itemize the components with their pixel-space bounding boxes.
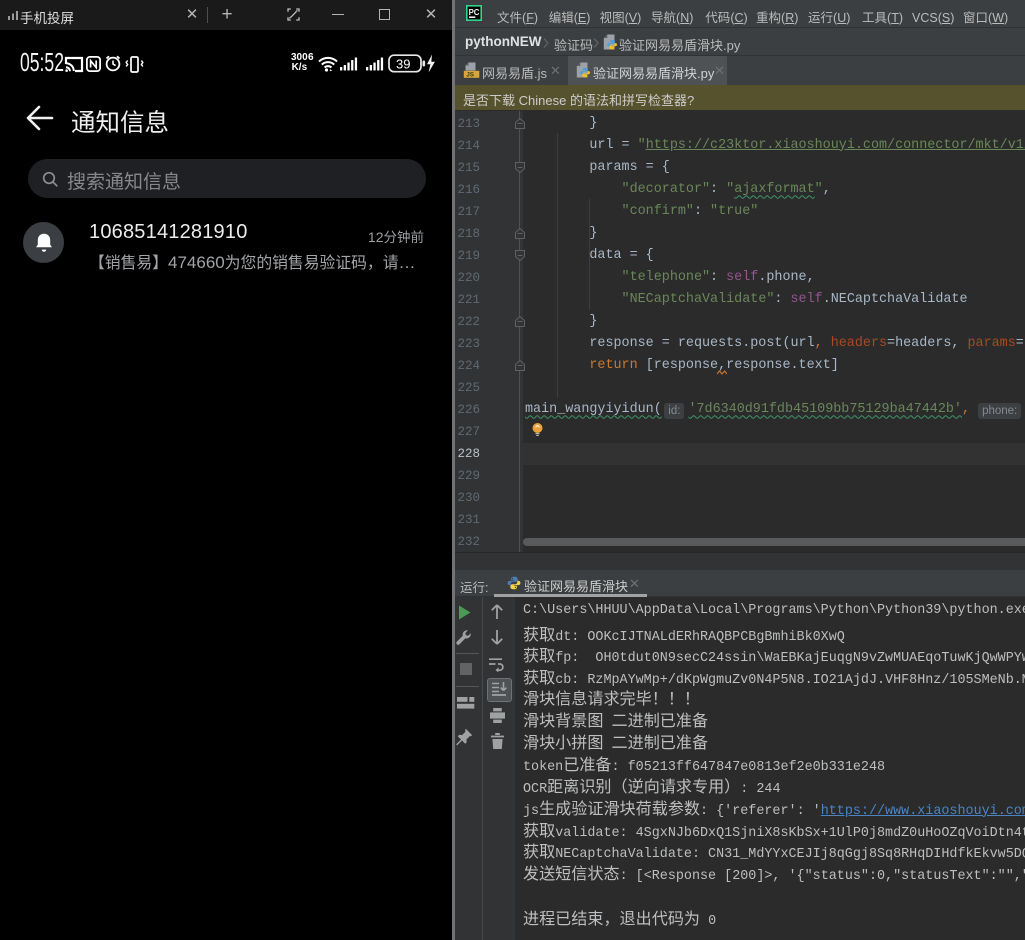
svg-text:JS: JS (466, 72, 475, 78)
svg-text:05:52: 05:52 (20, 48, 64, 76)
svg-text:PC: PC (469, 8, 480, 17)
svg-text:39: 39 (396, 56, 410, 71)
